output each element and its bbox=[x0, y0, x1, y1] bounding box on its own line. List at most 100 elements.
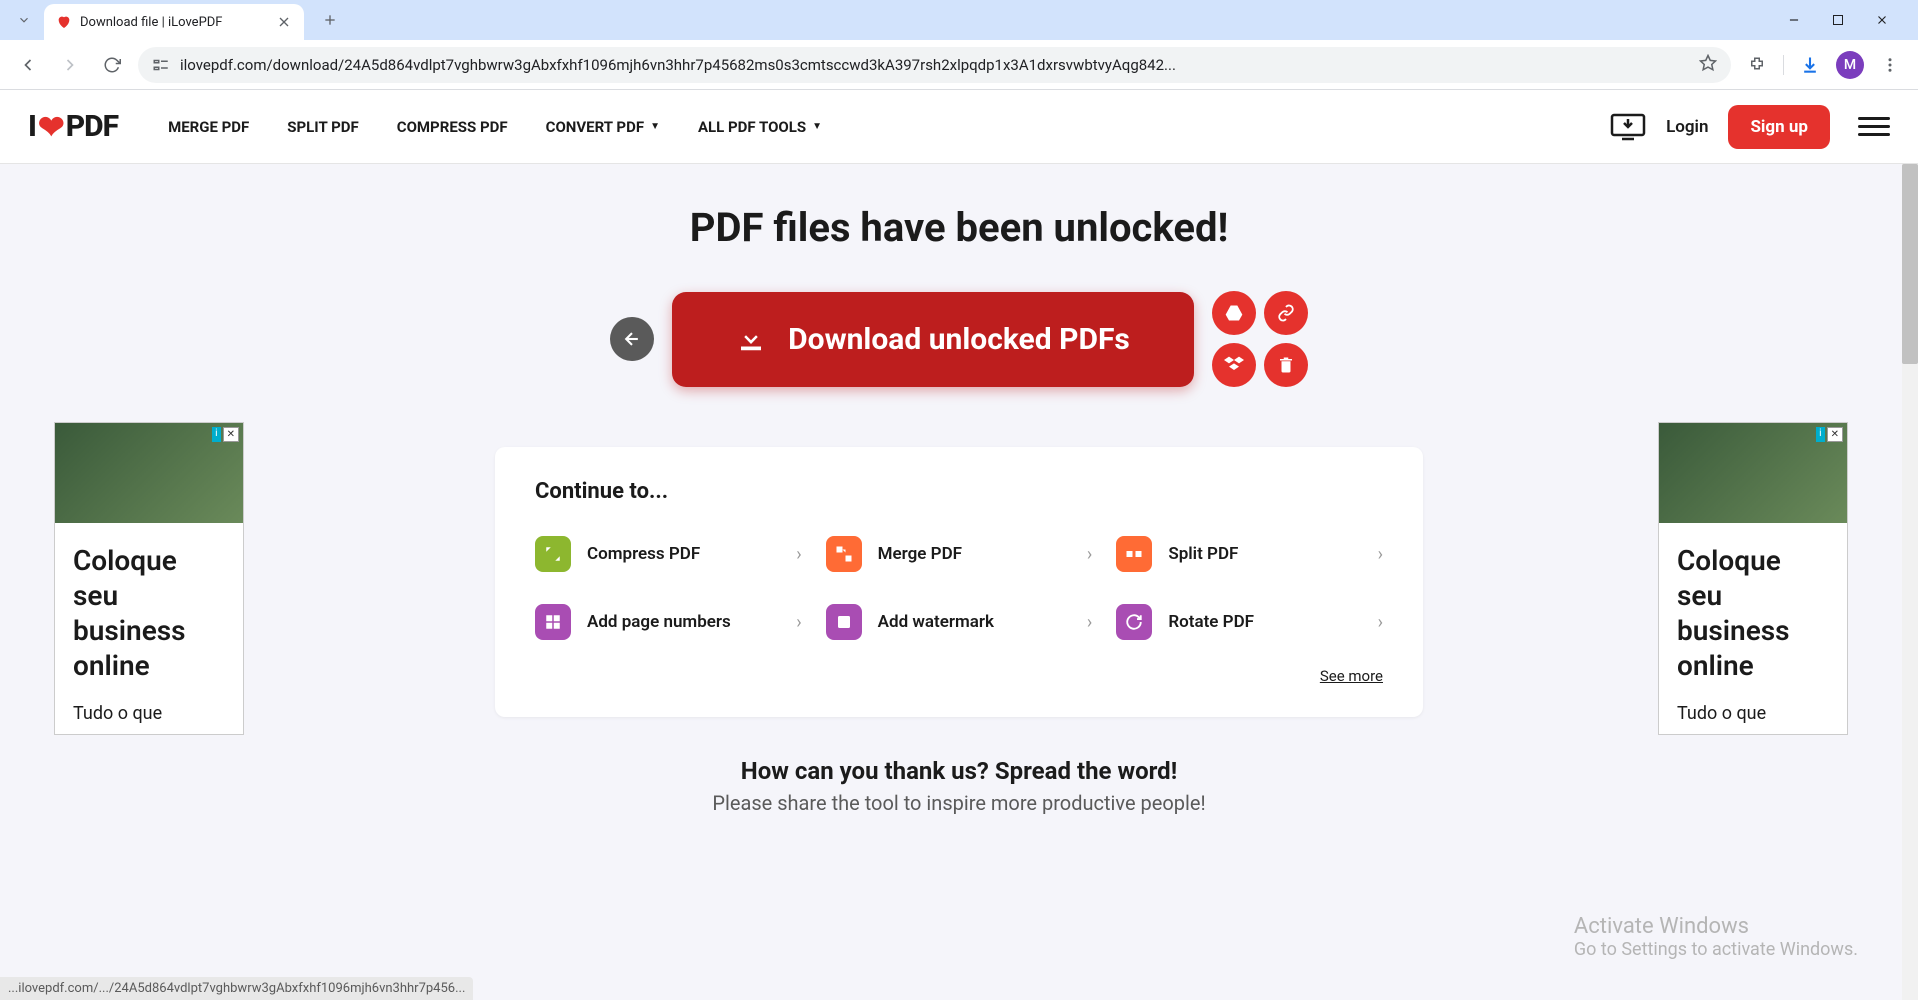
reload-button[interactable] bbox=[96, 49, 128, 81]
download-row: Download unlocked PDFs bbox=[0, 291, 1918, 387]
thank-subtitle: Please share the tool to inspire more pr… bbox=[0, 791, 1918, 815]
ad-info-icon[interactable]: i bbox=[212, 427, 220, 442]
back-button[interactable] bbox=[12, 49, 44, 81]
thank-section: How can you thank us? Spread the word! P… bbox=[0, 757, 1918, 815]
chevron-right-icon: › bbox=[1087, 612, 1092, 633]
extensions-icon[interactable] bbox=[1741, 49, 1773, 81]
downloads-icon[interactable] bbox=[1794, 49, 1826, 81]
ad-image: i✕ bbox=[1659, 423, 1847, 523]
toolbar-divider bbox=[1783, 55, 1784, 75]
chevron-down-icon: ▼ bbox=[812, 121, 822, 132]
watermark-line2: Go to Settings to activate Windows. bbox=[1574, 939, 1858, 960]
continue-card: Continue to... Compress PDF › Merge PDF … bbox=[495, 447, 1423, 717]
tab-close-icon[interactable] bbox=[276, 14, 292, 30]
hamburger-menu-icon[interactable] bbox=[1858, 117, 1890, 136]
browser-tab[interactable]: Download file | iLovePDF bbox=[44, 4, 304, 40]
continue-item-label: Split PDF bbox=[1168, 544, 1361, 564]
chevron-right-icon: › bbox=[796, 544, 801, 565]
site-settings-icon[interactable] bbox=[152, 56, 170, 74]
continue-item-rotate[interactable]: Rotate PDF › bbox=[1116, 596, 1383, 648]
browser-menu-icon[interactable] bbox=[1874, 49, 1906, 81]
tab-bar: Download file | iLovePDF bbox=[0, 0, 1918, 40]
ad-badge: i✕ bbox=[212, 427, 239, 442]
download-button[interactable]: Download unlocked PDFs bbox=[672, 292, 1194, 387]
watermark-line1: Activate Windows bbox=[1574, 914, 1858, 939]
action-grid bbox=[1212, 291, 1308, 387]
see-more-link[interactable]: See more bbox=[1320, 667, 1383, 685]
browser-chrome: Download file | iLovePDF ilovepdf.com/do… bbox=[0, 0, 1918, 90]
ad-badge: i✕ bbox=[1816, 427, 1843, 442]
url-text: ilovepdf.com/download/24A5d864vdlpt7vghb… bbox=[180, 56, 1689, 74]
ad-subtext: Tudo o que bbox=[55, 703, 243, 734]
close-window-icon[interactable] bbox=[1870, 8, 1894, 32]
merge-icon bbox=[826, 536, 862, 572]
url-field[interactable]: ilovepdf.com/download/24A5d864vdlpt7vghb… bbox=[138, 47, 1731, 83]
tab-title: Download file | iLovePDF bbox=[80, 15, 268, 30]
ad-headline: Coloque seu business online bbox=[1659, 523, 1847, 703]
maximize-icon[interactable] bbox=[1826, 8, 1850, 32]
bookmark-star-icon[interactable] bbox=[1699, 54, 1717, 76]
save-google-drive-button[interactable] bbox=[1212, 291, 1256, 335]
thank-title: How can you thank us? Spread the word! bbox=[0, 757, 1918, 785]
ad-right[interactable]: i✕ Coloque seu business online Tudo o qu… bbox=[1658, 422, 1848, 735]
ad-left[interactable]: i✕ Coloque seu business online Tudo o qu… bbox=[54, 422, 244, 735]
chevron-down-icon: ▼ bbox=[650, 121, 660, 132]
ad-close-icon[interactable]: ✕ bbox=[1827, 427, 1843, 442]
continue-grid: Compress PDF › Merge PDF › Split PDF › A… bbox=[535, 528, 1383, 648]
split-icon bbox=[1116, 536, 1152, 572]
page-title: PDF files have been unlocked! bbox=[0, 204, 1918, 251]
scrollbar[interactable] bbox=[1902, 164, 1918, 1000]
pagenumbers-icon bbox=[535, 604, 571, 640]
desktop-app-icon[interactable] bbox=[1610, 113, 1646, 141]
chevron-right-icon: › bbox=[1087, 544, 1092, 565]
tab-favicon-icon bbox=[56, 14, 72, 30]
continue-item-label: Merge PDF bbox=[878, 544, 1071, 564]
forward-button[interactable] bbox=[54, 49, 86, 81]
site-header: I ❤ PDF MERGE PDF SPLIT PDF COMPRESS PDF… bbox=[0, 90, 1918, 164]
save-dropbox-button[interactable] bbox=[1212, 343, 1256, 387]
compress-icon bbox=[535, 536, 571, 572]
windows-activation-watermark: Activate Windows Go to Settings to activ… bbox=[1574, 914, 1858, 960]
heart-icon: ❤ bbox=[38, 108, 64, 146]
main-content: PDF files have been unlocked! Download u… bbox=[0, 164, 1918, 1000]
nav-split-pdf[interactable]: SPLIT PDF bbox=[287, 118, 358, 136]
ad-info-icon[interactable]: i bbox=[1816, 427, 1824, 442]
continue-item-merge[interactable]: Merge PDF › bbox=[826, 528, 1093, 580]
logo[interactable]: I ❤ PDF bbox=[28, 108, 118, 146]
nav-all-tools[interactable]: ALL PDF TOOLS▼ bbox=[698, 118, 822, 136]
tab-search-dropdown[interactable] bbox=[8, 4, 40, 36]
new-tab-button[interactable] bbox=[316, 6, 344, 34]
see-more-row: See more bbox=[535, 666, 1383, 685]
profile-avatar[interactable]: M bbox=[1836, 51, 1864, 79]
signup-button[interactable]: Sign up bbox=[1728, 105, 1830, 149]
continue-item-pagenumbers[interactable]: Add page numbers › bbox=[535, 596, 802, 648]
ad-subtext: Tudo o que bbox=[1659, 703, 1847, 734]
continue-title: Continue to... bbox=[535, 479, 1383, 504]
login-link[interactable]: Login bbox=[1666, 117, 1708, 137]
chevron-right-icon: › bbox=[796, 612, 801, 633]
logo-prefix: I bbox=[28, 109, 36, 144]
ad-close-icon[interactable]: ✕ bbox=[223, 427, 239, 442]
status-bar: ...ilovepdf.com/.../24A5d864vdlpt7vghbwr… bbox=[0, 977, 473, 1000]
ad-headline: Coloque seu business online bbox=[55, 523, 243, 703]
logo-suffix: PDF bbox=[66, 109, 118, 144]
continue-item-compress[interactable]: Compress PDF › bbox=[535, 528, 802, 580]
go-back-button[interactable] bbox=[610, 317, 654, 361]
continue-item-watermark[interactable]: Add watermark › bbox=[826, 596, 1093, 648]
nav-merge-pdf[interactable]: MERGE PDF bbox=[168, 118, 249, 136]
delete-button[interactable] bbox=[1264, 343, 1308, 387]
continue-item-label: Add watermark bbox=[878, 612, 1071, 632]
download-label: Download unlocked PDFs bbox=[788, 322, 1130, 357]
nav-convert-pdf[interactable]: CONVERT PDF▼ bbox=[546, 118, 660, 136]
chevron-right-icon: › bbox=[1378, 544, 1383, 565]
nav-compress-pdf[interactable]: COMPRESS PDF bbox=[397, 118, 508, 136]
download-icon bbox=[736, 324, 766, 354]
minimize-icon[interactable] bbox=[1782, 8, 1806, 32]
address-bar: ilovepdf.com/download/24A5d864vdlpt7vghb… bbox=[0, 40, 1918, 90]
window-controls bbox=[1782, 8, 1910, 32]
scrollbar-thumb[interactable] bbox=[1902, 164, 1918, 364]
share-link-button[interactable] bbox=[1264, 291, 1308, 335]
continue-item-label: Compress PDF bbox=[587, 544, 780, 564]
continue-item-label: Add page numbers bbox=[587, 612, 780, 632]
continue-item-split[interactable]: Split PDF › bbox=[1116, 528, 1383, 580]
